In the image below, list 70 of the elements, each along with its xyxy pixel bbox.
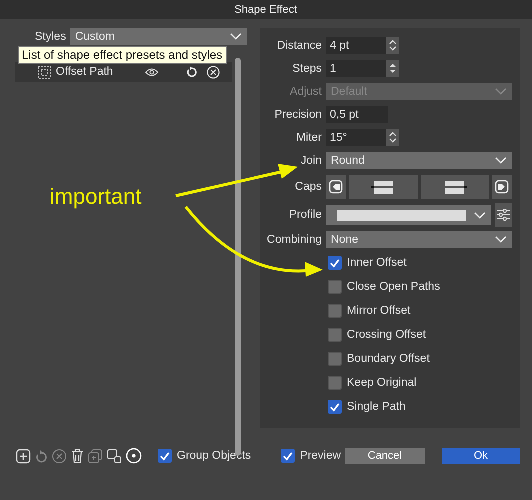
dropdown[interactable]: Round <box>326 152 512 169</box>
checkbox[interactable] <box>158 449 172 463</box>
checkbox[interactable] <box>328 304 342 318</box>
cap-butt-icon <box>442 180 467 194</box>
checkbox[interactable] <box>328 400 342 414</box>
checkbox-label: Single Path <box>347 401 406 413</box>
checkbox[interactable] <box>281 449 296 463</box>
effect-list-item[interactable]: Offset Path <box>15 62 232 82</box>
cap-style-button[interactable] <box>349 175 418 199</box>
field-label: Combining <box>266 234 322 246</box>
cap-start-button[interactable] <box>326 175 346 199</box>
reset-icon[interactable] <box>186 66 198 78</box>
target-icon[interactable] <box>126 448 142 464</box>
chevron-down-icon <box>495 157 507 164</box>
settings-button[interactable] <box>495 203 512 227</box>
checkbox[interactable] <box>328 280 342 294</box>
chevron-down-icon <box>495 236 507 243</box>
number-field[interactable]: 1 <box>326 60 386 77</box>
checkbox[interactable] <box>328 352 342 366</box>
text-field[interactable]: 0,5 pt <box>326 106 388 123</box>
sliders-icon <box>497 209 510 221</box>
checkbox-label: Crossing Offset <box>347 329 426 341</box>
cancel-button[interactable]: Cancel <box>345 448 425 464</box>
checkbox-label: Close Open Paths <box>347 281 440 293</box>
up-down-icon <box>390 63 396 74</box>
chevron-down-icon <box>230 33 242 40</box>
add-icon[interactable] <box>16 448 31 464</box>
up-down-icon <box>388 132 396 143</box>
annotation-text: important <box>50 184 142 210</box>
number-field[interactable]: 15° <box>326 129 386 146</box>
styles-dropdown[interactable]: Custom <box>70 28 247 45</box>
checkbox[interactable] <box>328 328 342 342</box>
spinner-button[interactable] <box>386 129 399 146</box>
arrange-icon[interactable] <box>107 448 122 464</box>
eye-icon[interactable] <box>145 68 159 76</box>
chevron-down-icon <box>474 212 486 218</box>
dropdown[interactable]: None <box>326 231 512 248</box>
styles-label: Styles <box>35 30 66 42</box>
cap-style-button[interactable] <box>420 175 489 199</box>
profile-dropdown[interactable] <box>326 205 491 225</box>
trash-icon[interactable] <box>71 448 84 464</box>
field-label: Precision <box>274 108 322 120</box>
checkbox-label: Boundary Offset <box>347 353 430 365</box>
field-label: Miter <box>295 132 322 144</box>
field-label: Adjust <box>289 86 322 98</box>
field-label: Distance <box>276 40 322 52</box>
cap-end-button[interactable] <box>492 175 512 199</box>
checkbox-label: Inner Offset <box>347 257 407 269</box>
stepper-button[interactable] <box>386 60 399 77</box>
window-title: Shape Effect <box>234 4 298 16</box>
checkbox-label: Preview <box>300 450 342 462</box>
number-field[interactable]: 4 pt <box>326 37 386 54</box>
spinner-button[interactable] <box>386 37 399 54</box>
field-label: Caps <box>294 181 322 193</box>
checkbox-label: Group Objects <box>177 450 252 462</box>
field-label: Steps <box>292 62 322 74</box>
checkbox-label: Keep Original <box>347 377 417 389</box>
chevron-down-icon <box>495 88 507 95</box>
checkbox-label: Mirror Offset <box>347 305 411 317</box>
cap-icon <box>329 180 343 194</box>
field-label: Profile <box>288 209 322 221</box>
checkbox[interactable] <box>328 256 342 270</box>
cap-butt-icon <box>371 180 396 194</box>
field-label: Join <box>300 154 322 166</box>
cap-icon <box>495 180 509 194</box>
offset-path-icon <box>38 66 51 78</box>
checkbox[interactable] <box>328 376 342 390</box>
up-down-icon <box>388 40 396 51</box>
tooltip: List of shape effect presets and styles <box>18 46 227 64</box>
ok-button[interactable]: Ok <box>442 448 520 464</box>
